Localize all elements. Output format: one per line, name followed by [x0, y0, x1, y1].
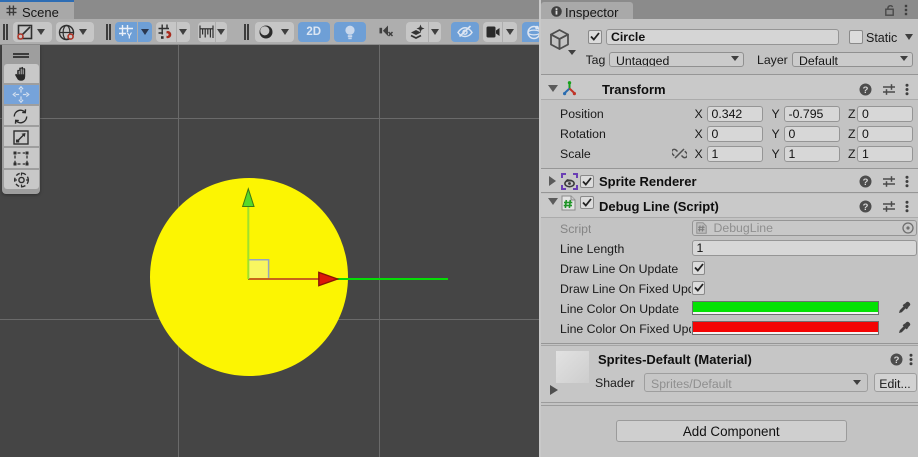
svg-text:?: ? — [863, 176, 869, 187]
svg-text:?: ? — [863, 85, 869, 96]
svg-text:?: ? — [894, 354, 900, 365]
svg-text:?: ? — [863, 201, 869, 212]
svg-text:Y: Y — [127, 31, 133, 41]
